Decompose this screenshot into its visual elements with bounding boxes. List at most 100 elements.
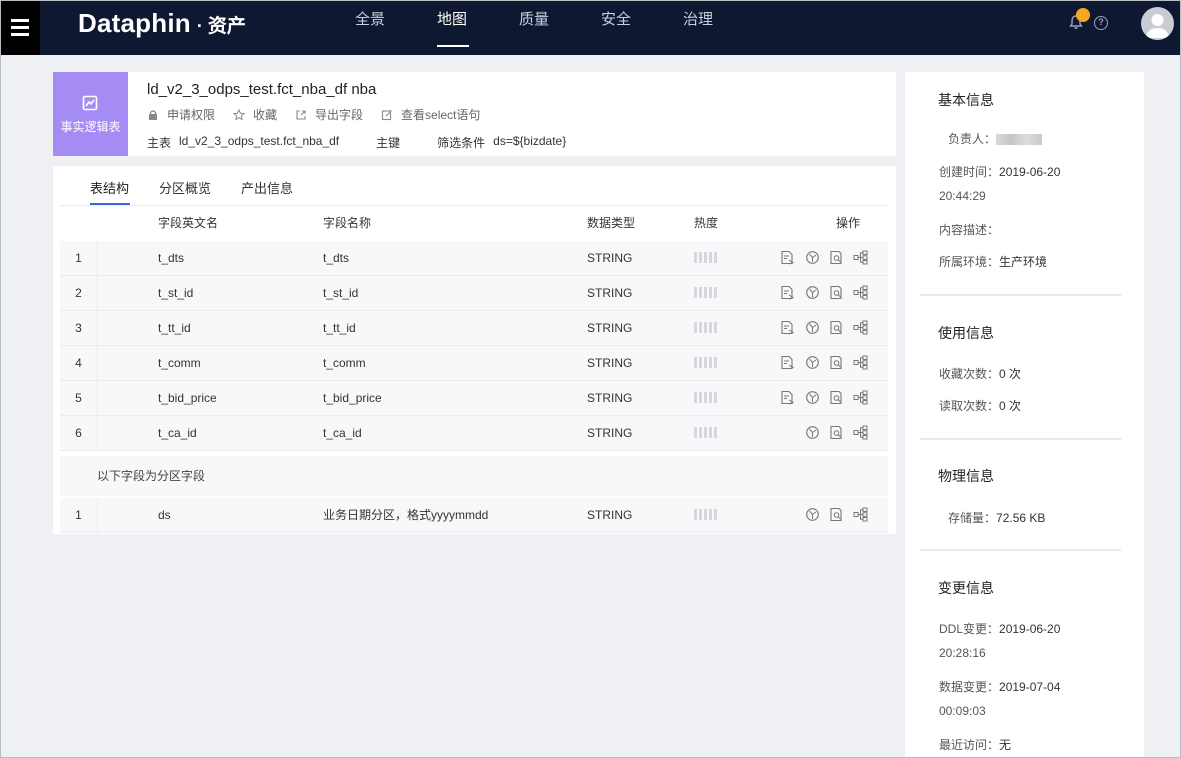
field-type: STRING — [587, 356, 633, 370]
tab-partition-overview[interactable]: 分区概览 — [159, 178, 211, 206]
created-date: 2019-06-20 — [999, 165, 1061, 179]
help-icon[interactable]: ? — [1094, 16, 1108, 30]
relation-graph-icon[interactable] — [853, 355, 868, 370]
created-row: 创建时间：2019-06-20 — [939, 163, 1060, 180]
preview-icon[interactable] — [829, 425, 844, 440]
relation-graph-icon[interactable] — [853, 507, 868, 522]
field-detail-icon[interactable] — [780, 390, 795, 405]
table-header-card: 事实逻辑表 ld_v2_3_odps_test.fct_nba_df nba 申… — [53, 72, 896, 156]
usage-info-title: 使用信息 — [938, 325, 994, 341]
field-detail-icon[interactable] — [780, 320, 795, 335]
basic-info-title: 基本信息 — [938, 92, 994, 108]
apply-permission-button[interactable]: 申请权限 — [147, 106, 215, 123]
lineage-icon[interactable] — [805, 390, 820, 405]
nav-governance[interactable]: 治理 — [683, 0, 765, 55]
field-detail-icon[interactable] — [780, 285, 795, 300]
field-en-name: t_bid_price — [158, 391, 217, 405]
col-header-name: 字段名称 — [323, 216, 372, 230]
field-type: STRING — [587, 508, 633, 522]
relation-graph-icon[interactable] — [853, 390, 868, 405]
divider — [920, 549, 1121, 551]
lineage-icon[interactable] — [805, 507, 820, 522]
field-name: t_tt_id — [323, 321, 356, 335]
notification-badge — [1076, 8, 1090, 22]
preview-icon[interactable] — [829, 285, 844, 300]
relation-graph-icon[interactable] — [853, 320, 868, 335]
user-icon — [1146, 14, 1169, 38]
table-row[interactable]: 5 t_bid_price t_bid_price STRING — [60, 381, 888, 416]
main-table-value: ld_v2_3_odps_test.fct_nba_df — [179, 134, 340, 148]
field-type: STRING — [587, 426, 633, 440]
table-row[interactable]: 3 t_tt_id t_tt_id STRING — [60, 311, 888, 346]
lineage-icon[interactable] — [805, 425, 820, 440]
preview-icon[interactable] — [829, 250, 844, 265]
row-index: 4 — [60, 346, 98, 380]
lineage-icon[interactable] — [805, 320, 820, 335]
field-type: STRING — [587, 251, 633, 265]
apply-permission-label: 申请权限 — [167, 108, 216, 122]
table-row[interactable]: 2 t_st_id t_st_id STRING — [60, 276, 888, 311]
fav-row: 收藏次数：0 次 — [939, 365, 1021, 382]
storage-value: 72.56 KB — [996, 511, 1046, 525]
nav-quality[interactable]: 质量 — [519, 0, 601, 55]
relation-graph-icon[interactable] — [853, 285, 868, 300]
preview-icon[interactable] — [829, 507, 844, 522]
star-icon — [233, 108, 246, 121]
export-fields-label: 导出字段 — [315, 108, 364, 122]
nav-overview[interactable]: 全景 — [355, 0, 437, 55]
last-access-label: 最近访问： — [939, 738, 1000, 752]
preview-icon[interactable] — [829, 320, 844, 335]
table-row[interactable]: 1 t_dts t_dts STRING — [60, 241, 888, 276]
row-index: 1 — [60, 241, 98, 275]
table-type-badge: 事实逻辑表 — [53, 72, 128, 156]
env-value: 生产环境 — [999, 255, 1048, 269]
heat-indicator — [694, 357, 717, 368]
brand-logo[interactable]: Dataphin · 资产 — [78, 8, 246, 39]
field-type: STRING — [587, 286, 633, 300]
data-change-row: 数据变更：2019-07-04 — [939, 678, 1060, 695]
export-icon — [296, 109, 306, 120]
relation-graph-icon[interactable] — [853, 250, 868, 265]
preview-icon[interactable] — [829, 390, 844, 405]
change-info-title: 变更信息 — [938, 580, 994, 596]
heat-indicator — [694, 287, 717, 298]
env-label: 所属环境： — [939, 255, 1000, 269]
lineage-icon[interactable] — [805, 250, 820, 265]
table-meta: 主表 ld_v2_3_odps_test.fct_nba_df 主键 筛选条件 … — [147, 134, 566, 151]
table-row[interactable]: 1 ds 业务日期分区，格式yyyymmdd STRING — [60, 498, 888, 533]
relation-graph-icon[interactable] — [853, 425, 868, 440]
heat-indicator — [694, 427, 717, 438]
nav-security[interactable]: 安全 — [601, 0, 683, 55]
export-fields-button[interactable]: 导出字段 — [295, 106, 363, 123]
lock-icon — [149, 109, 157, 120]
tab-structure[interactable]: 表结构 — [90, 178, 131, 206]
avatar[interactable] — [1141, 7, 1174, 40]
tabs-divider — [60, 205, 888, 206]
table-row[interactable]: 6 t_ca_id t_ca_id STRING — [60, 416, 888, 451]
favorite-button[interactable]: 收藏 — [233, 106, 277, 123]
nav-map[interactable]: 地图 — [437, 0, 519, 55]
preview-icon[interactable] — [829, 355, 844, 370]
fav-label: 收藏次数： — [939, 367, 1000, 381]
menu-icon[interactable] — [0, 0, 40, 55]
owner-value-blurred — [996, 134, 1043, 146]
tab-output-info[interactable]: 产出信息 — [241, 178, 293, 206]
field-detail-icon[interactable] — [780, 355, 795, 370]
owner-label: 负责人： — [948, 132, 997, 146]
owner-row: 负责人： — [948, 130, 1043, 147]
view-select-button[interactable]: 查看select语句 — [381, 106, 480, 123]
last-access-row: 最近访问：无 — [939, 736, 1011, 753]
table-row[interactable]: 4 t_comm t_comm STRING — [60, 346, 888, 381]
field-en-name: t_tt_id — [158, 321, 191, 335]
lineage-icon[interactable] — [805, 285, 820, 300]
data-change-label: 数据变更： — [939, 680, 1000, 694]
last-access-value: 无 — [999, 738, 1012, 752]
created-time: 20:44:29 — [939, 189, 986, 203]
brand-name: Dataphin — [78, 8, 191, 38]
heat-indicator — [694, 392, 717, 403]
lineage-icon[interactable] — [805, 355, 820, 370]
chart-doc-icon — [82, 95, 98, 111]
field-type: STRING — [587, 321, 633, 335]
field-detail-icon[interactable] — [780, 250, 795, 265]
col-header-heat: 热度 — [694, 216, 719, 230]
